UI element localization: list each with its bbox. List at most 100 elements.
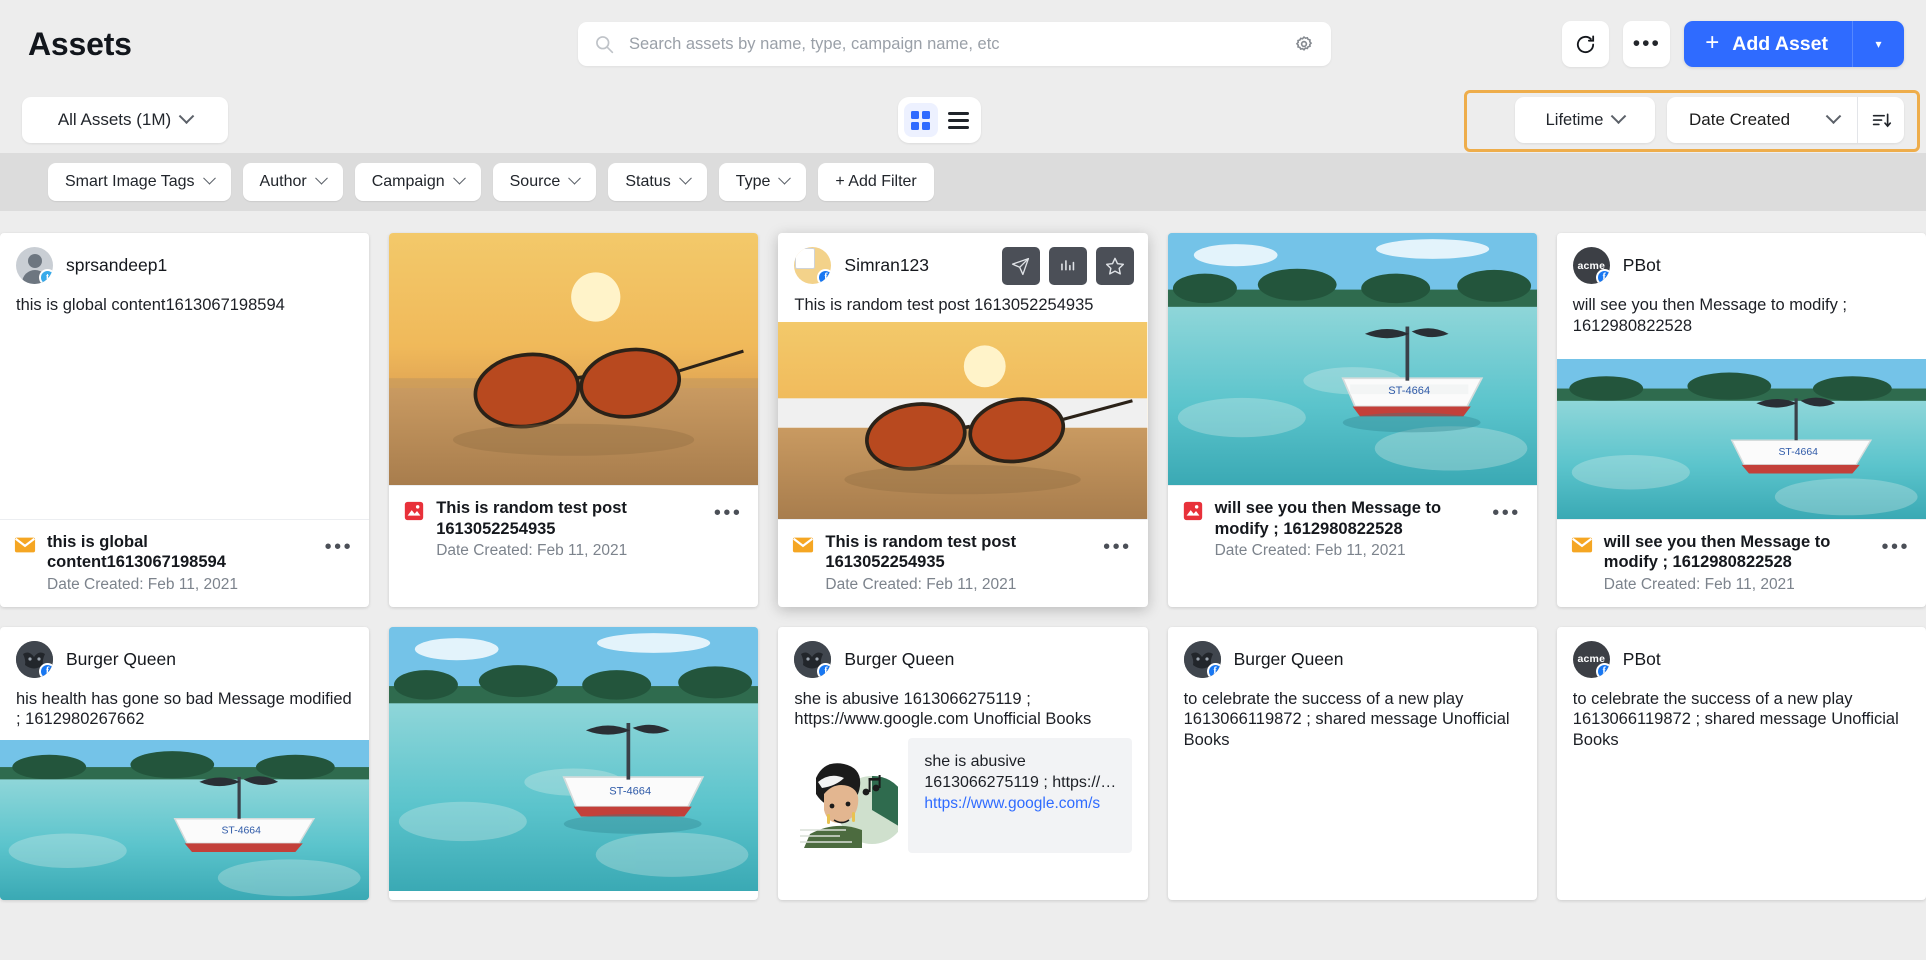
footer-meta: This is random test post 1613052254935 D… [436, 498, 703, 560]
author-name: PBot [1622, 648, 1661, 669]
add-asset-group: + Add Asset ▾ [1684, 21, 1904, 67]
send-button[interactable] [1001, 247, 1040, 285]
add-asset-label: Add Asset [1732, 32, 1828, 55]
card-footer: This is random test post 1613052254935 D… [389, 485, 759, 573]
filter-status[interactable]: Status [608, 163, 707, 201]
asset-card[interactable]: ST-4664 will see you then Message to mod… [1167, 233, 1537, 607]
asset-card[interactable]: t sprsandeep1 this is global content1613… [0, 233, 370, 607]
asset-date: Date Created: Feb 11, 2021 [47, 575, 239, 593]
filter-label: Author [259, 173, 307, 190]
sort-direction-button[interactable] [1857, 97, 1904, 143]
post-text: will see you then Message to modify ; 16… [1572, 296, 1848, 335]
facebook-badge-icon: f [1595, 662, 1610, 678]
all-assets-label: All Assets (1M) [57, 110, 172, 129]
filter-type[interactable]: Type [718, 163, 807, 201]
avatar: f [16, 640, 53, 678]
search-input[interactable] [627, 22, 1293, 66]
card-menu-button[interactable]: ••• [325, 532, 356, 557]
card-body: t sprsandeep1 this is global content1613… [0, 233, 369, 519]
search-bar[interactable] [578, 22, 1331, 66]
add-asset-button[interactable]: + Add Asset [1684, 21, 1852, 67]
card-body: acme f PBot to celebrate the success of … [1557, 627, 1926, 901]
card-menu-button[interactable]: ••• [1103, 532, 1134, 557]
author-name: PBot [1622, 255, 1661, 275]
asset-card[interactable]: f Burger Queen to celebrate the success … [1167, 626, 1537, 901]
favorite-button[interactable] [1095, 247, 1134, 285]
asset-date: Date Created: Feb 11, 2021 [825, 575, 1017, 593]
sub-header: All Assets (1M) Lifetime Date Created [0, 85, 1926, 153]
post-text: his health has gone so bad Message modif… [16, 689, 352, 729]
link-preview-text: she is abusive 1613066275119 ; https://…… [908, 738, 1132, 854]
card-footer: This is random test post 1613052254935 D… [778, 518, 1148, 607]
filter-author[interactable]: Author [242, 163, 343, 201]
asset-thumbnail-sunglasses [389, 233, 759, 486]
asset-card[interactable]: This is random test post 1613052254935 D… [389, 233, 759, 607]
list-view-button[interactable] [942, 103, 976, 137]
footer-meta: will see you then Message to modify ; 16… [1604, 532, 1871, 594]
asset-title: This is random test post 1613052254935 [825, 532, 1017, 572]
avatar: acme f [1572, 247, 1610, 284]
card-menu-button[interactable]: ••• [1492, 498, 1523, 523]
svg-text:ST-4664: ST-4664 [221, 826, 261, 837]
filter-smart-image-tags[interactable]: Smart Image Tags [48, 163, 231, 201]
filter-bar: Smart Image Tags Author Campaign Source … [0, 153, 1926, 211]
footer-meta: this is global content1613067198594 Date… [47, 532, 314, 594]
asset-card[interactable]: f Burger Queen his health has gone so ba… [0, 626, 370, 901]
lifetime-dropdown[interactable]: Lifetime [1515, 97, 1655, 143]
card-body: f Burger Queen to celebrate the success … [1168, 627, 1537, 901]
refresh-button[interactable] [1562, 21, 1610, 67]
chevron-down-icon [314, 171, 328, 185]
link-preview-url[interactable]: https://www.google.com/s [924, 795, 1100, 812]
card-body: f Burger Queen his health has gone so ba… [0, 627, 369, 741]
card-menu-button[interactable]: ••• [1881, 532, 1912, 557]
all-assets-dropdown[interactable]: All Assets (1M) [22, 97, 228, 143]
app-header: Assets ••• + Add Asset ▾ [0, 0, 1926, 85]
asset-title: will see you then Message to modify ; 16… [1214, 499, 1442, 538]
avatar: f [794, 640, 832, 678]
link-preview-thumbnail [794, 738, 908, 853]
author-name: sprsandeep1 [66, 255, 168, 275]
chevron-down-icon [178, 107, 195, 124]
card-menu-button[interactable]: ••• [714, 498, 745, 523]
card-author: t sprsandeep1 [16, 247, 353, 284]
filter-label: Status [625, 173, 671, 190]
filter-source[interactable]: Source [492, 163, 597, 201]
asset-title: this is global content1613067198594 [47, 532, 226, 572]
email-icon [792, 534, 814, 556]
avatar: t [16, 247, 53, 284]
view-toggle [898, 97, 981, 143]
search-settings-gear-icon[interactable] [1293, 33, 1315, 55]
sort-field-group: Date Created [1667, 97, 1904, 143]
grid-icon [911, 110, 931, 130]
plus-icon: + [1705, 29, 1720, 56]
add-filter-button[interactable]: + Add Filter [818, 163, 934, 201]
send-icon [1012, 257, 1030, 275]
date-created-dropdown[interactable]: Date Created [1667, 97, 1857, 143]
svg-text:ST-4664: ST-4664 [1388, 385, 1430, 397]
search-icon [594, 34, 614, 54]
asset-card[interactable]: ST-4664 [389, 626, 759, 901]
more-options-button[interactable]: ••• [1623, 21, 1671, 67]
post-text: she is abusive 1613066275119 ; https://w… [794, 689, 1092, 729]
grid-view-button[interactable] [904, 103, 938, 137]
chevron-down-icon [452, 171, 466, 185]
asset-card[interactable]: acme f PBot to celebrate the success of … [1556, 626, 1926, 901]
footer-meta: will see you then Message to modify ; 16… [1215, 498, 1482, 560]
analytics-button[interactable] [1048, 247, 1087, 285]
asset-card-featured[interactable]: f Simran123 This is random test post 161… [778, 233, 1148, 607]
add-asset-dropdown-button[interactable]: ▾ [1852, 21, 1904, 67]
image-icon [403, 500, 425, 522]
post-text: this is global content1613067198594 [16, 296, 285, 314]
asset-title: This is random test post 1613052254935 [436, 499, 627, 538]
author-name: Burger Queen [66, 648, 176, 669]
asset-card[interactable]: acme f PBot will see you then Message to… [1556, 233, 1926, 607]
chevron-down-icon [678, 171, 692, 185]
filter-campaign[interactable]: Campaign [354, 163, 481, 201]
more-options-icon: ••• [1632, 32, 1661, 55]
sort-descending-icon [1872, 113, 1891, 127]
author-name: Burger Queen [844, 648, 955, 669]
link-preview[interactable]: she is abusive 1613066275119 ; https://…… [794, 738, 1132, 854]
card-hover-actions [1001, 247, 1134, 285]
asset-card[interactable]: f Burger Queen she is abusive 1613066275… [778, 626, 1148, 901]
email-icon [14, 534, 36, 556]
